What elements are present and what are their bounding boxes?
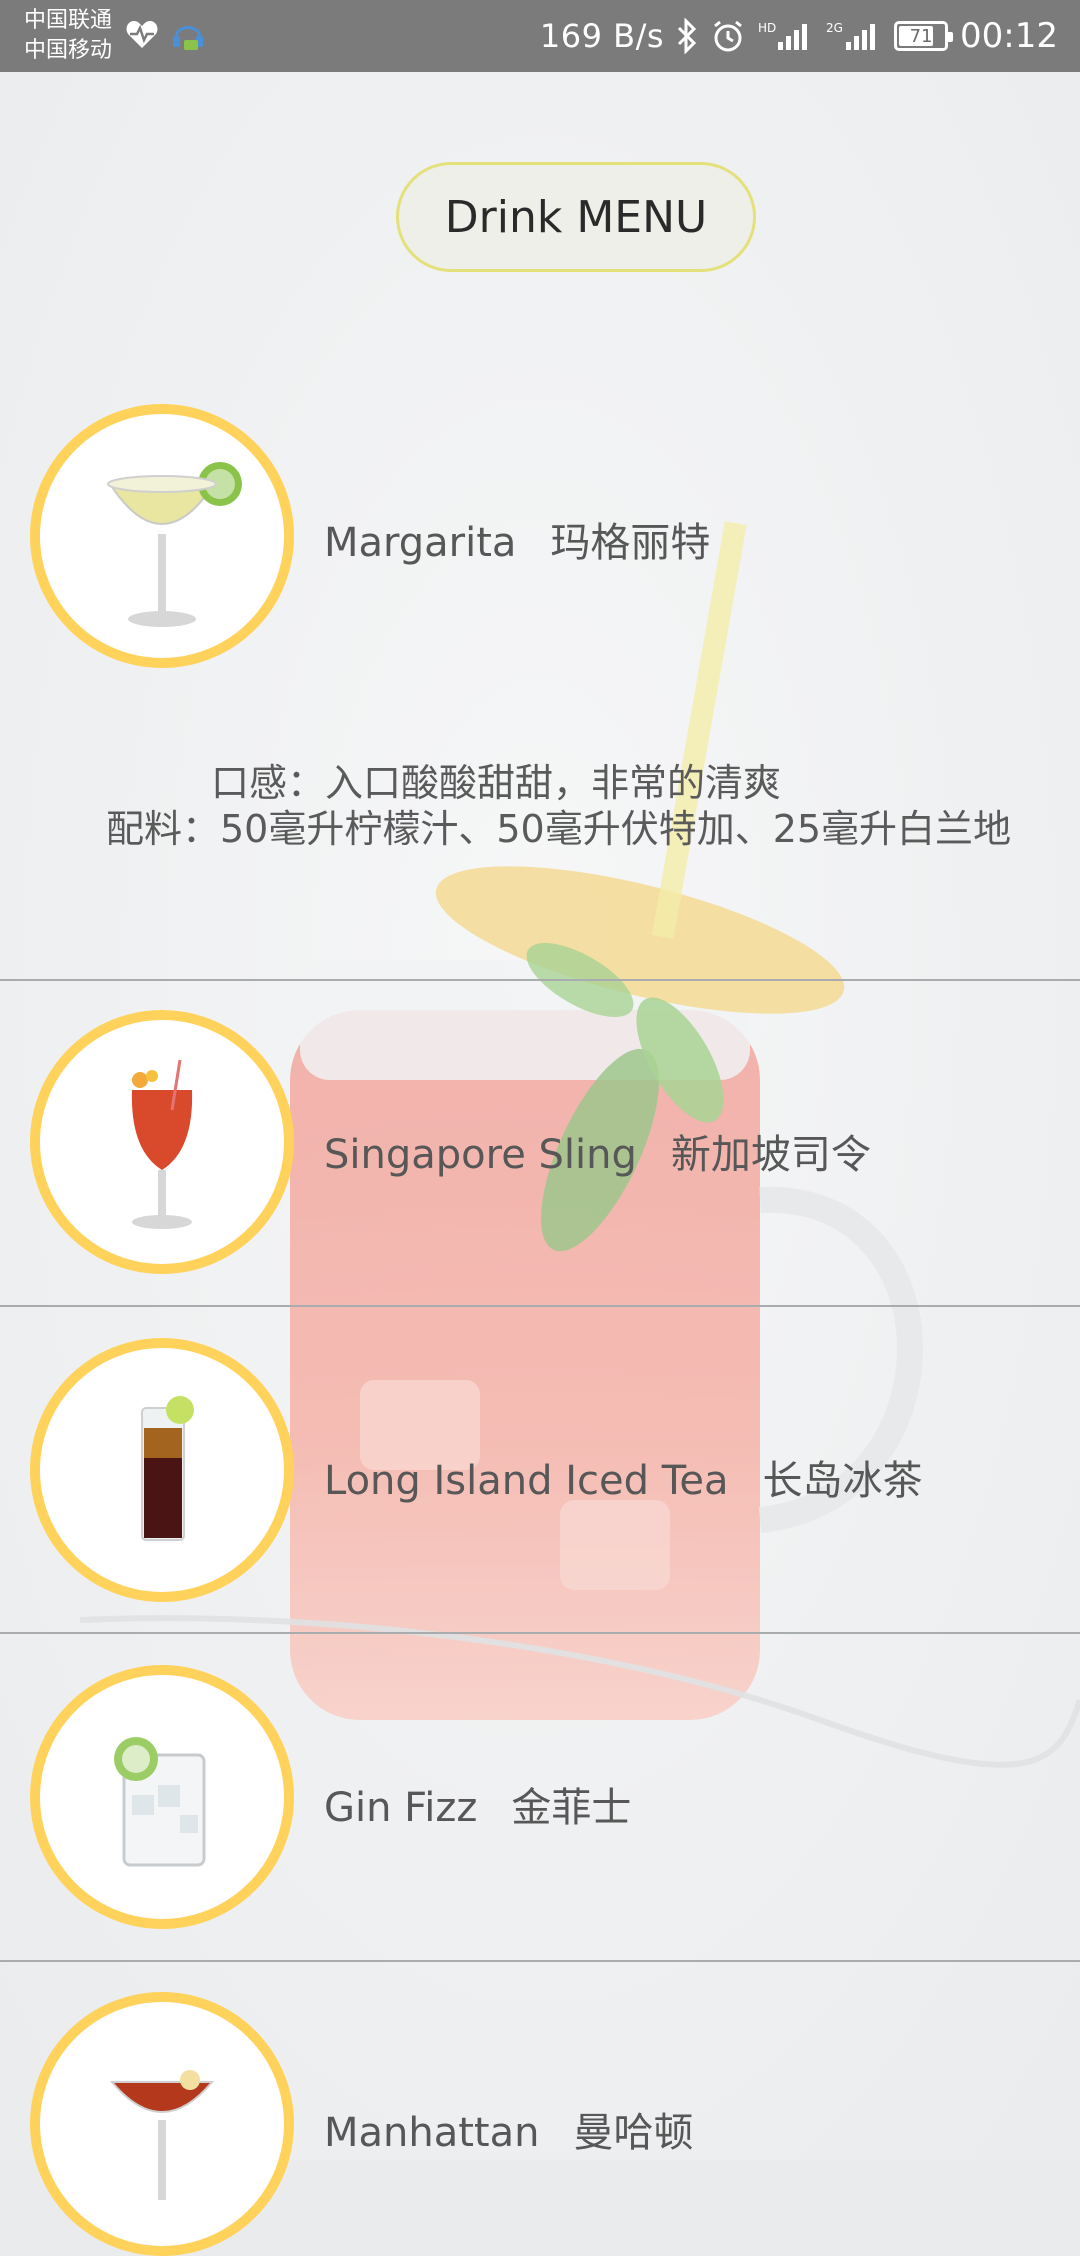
divider	[0, 1305, 1080, 1307]
divider	[0, 1632, 1080, 1634]
headset-icon	[173, 26, 203, 50]
carrier-2: 中国移动	[24, 38, 113, 63]
drink-name-cn: 金菲士	[511, 1785, 632, 1831]
clock: 00:12	[960, 16, 1058, 56]
svg-text:HD: HD	[758, 21, 776, 35]
margarita-glass-icon	[107, 462, 242, 627]
status-bar: 中国联通 中国移动 169 B/s HD 2G 71 00:12	[0, 0, 1080, 72]
drink-item-singapore-sling[interactable]: Singapore Sling 新加坡司令	[0, 1010, 1080, 1310]
svg-text:2G: 2G	[826, 21, 843, 35]
manhattan-glass-icon	[109, 2070, 215, 2200]
health-heart-icon	[126, 21, 158, 48]
divider	[0, 979, 1080, 981]
drink-thumbnail[interactable]	[30, 1338, 294, 1602]
drink-thumbnail[interactable]	[30, 1665, 294, 1929]
drink-thumbnail[interactable]	[30, 1010, 294, 1274]
drink-name-en: Manhattan	[324, 2110, 540, 2156]
drink-name: Manhattan 曼哈顿	[324, 2100, 693, 2158]
drink-name-en: Singapore Sling	[324, 1132, 637, 1178]
drink-item-manhattan[interactable]: Manhattan 曼哈顿	[0, 1992, 1080, 2256]
ingredients-text: 配料：50毫升柠檬汁、50毫升伏特加、25毫升白兰地	[106, 807, 1012, 851]
signal-hd-icon: HD	[758, 21, 808, 50]
drink-name-en: Long Island Iced Tea	[324, 1458, 729, 1504]
drink-name: Gin Fizz 金菲士	[324, 1775, 631, 1833]
signal-2g-icon: 2G	[826, 21, 876, 50]
drink-name: Singapore Sling 新加坡司令	[324, 1122, 871, 1180]
drink-description: 口感：入口酸酸甜甜，非常的清爽 配料：50毫升柠檬汁、50毫升伏特加、25毫升白…	[106, 760, 1016, 852]
menu-title-button[interactable]: Drink MENU	[396, 162, 756, 272]
long-island-glass-icon	[141, 1396, 194, 1541]
drink-name-cn: 曼哈顿	[573, 2110, 694, 2156]
drink-name-cn: 长岛冰茶	[762, 1458, 923, 1504]
alarm-icon	[714, 20, 742, 52]
drink-name-en: Gin Fizz	[324, 1785, 478, 1831]
gin-fizz-glass-icon	[114, 1737, 206, 1867]
drink-thumbnail[interactable]	[30, 1992, 294, 2256]
net-speed: 169 B/s	[539, 17, 665, 55]
drink-name-cn: 玛格丽特	[550, 520, 711, 566]
drink-item-long-island-iced-tea[interactable]: Long Island Iced Tea 长岛冰茶	[0, 1338, 1080, 1638]
carrier-labels: 中国联通 中国移动	[24, 6, 112, 66]
singapore-sling-glass-icon	[131, 1059, 193, 1229]
battery-level: 71	[909, 25, 933, 47]
drink-item-margarita[interactable]: Margarita 玛格丽特	[0, 400, 1080, 980]
drink-name: Long Island Iced Tea 长岛冰茶	[324, 1448, 923, 1506]
drink-name-en: Margarita	[324, 520, 517, 566]
carrier-1: 中国联通	[24, 8, 113, 33]
drink-name: Margarita 玛格丽特	[324, 510, 710, 568]
taste-text: 口感：入口酸酸甜甜，非常的清爽	[210, 761, 781, 805]
bluetooth-icon	[677, 18, 697, 54]
divider	[0, 1960, 1080, 1962]
drink-name-cn: 新加坡司令	[670, 1132, 871, 1178]
drink-thumbnail[interactable]	[30, 404, 294, 668]
drink-item-gin-fizz[interactable]: Gin Fizz 金菲士	[0, 1665, 1080, 1965]
battery-icon: 71	[894, 21, 954, 51]
status-right: 169 B/s HD 2G 71 00:12	[540, 0, 1058, 72]
